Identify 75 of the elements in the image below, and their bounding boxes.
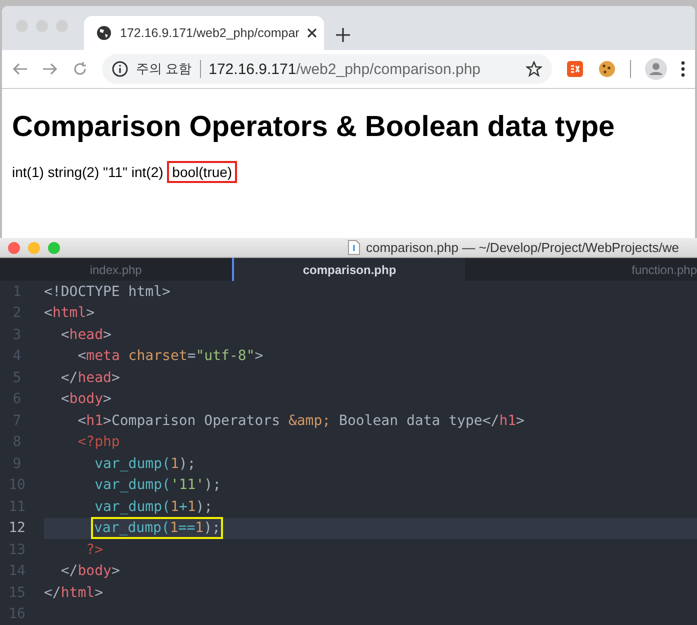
code-token: 1: [187, 498, 196, 515]
avatar-icon[interactable]: [645, 58, 667, 80]
code-token: >: [103, 326, 112, 343]
code-token: >: [103, 391, 112, 408]
reload-icon[interactable]: [72, 61, 88, 77]
code-token: var_dump(: [94, 477, 170, 494]
code-token: head: [69, 326, 104, 343]
code-token: >: [111, 370, 120, 386]
code-token: >: [516, 412, 524, 429]
star-icon[interactable]: [526, 61, 542, 77]
info-icon[interactable]: [112, 61, 128, 77]
browser-tab[interactable]: 172.16.9.171/web2_php/compar: [84, 16, 324, 50]
code-token: h1: [499, 412, 516, 429]
close-icon[interactable]: [307, 28, 318, 38]
editor-tab[interactable]: comparison.php: [232, 258, 466, 281]
code-token: +: [178, 498, 188, 515]
code-token: >: [86, 305, 95, 322]
code-token: ==: [178, 520, 196, 536]
output-text: bool(true): [167, 161, 238, 183]
window-control[interactable]: [8, 242, 20, 254]
code-token: &amp;: [288, 412, 331, 429]
code-token: 1: [170, 520, 178, 536]
code-token: 1: [195, 520, 204, 536]
cookie-icon[interactable]: [598, 60, 616, 78]
code-token: <?php: [76, 434, 120, 450]
code-token: '11': [170, 477, 204, 494]
code-token: html: [60, 584, 95, 601]
new-tab-icon[interactable]: [336, 28, 350, 42]
code-token: <: [76, 412, 86, 429]
page-heading: Comparison Operators & Boolean data type: [12, 111, 616, 144]
code-token: <: [60, 391, 70, 408]
code-token: var_dump(: [94, 456, 170, 472]
address-bar[interactable]: 주의 요함 172.16.9.171/web2_php/comparison.php: [102, 54, 552, 84]
code-token: <: [44, 305, 52, 322]
globe-icon: [96, 25, 112, 41]
code-token: <: [76, 348, 86, 364]
code-token: Boolean data type</: [338, 412, 500, 429]
output-text: int(1) string(2) "11" int(2): [12, 164, 164, 180]
code-token: 1: [170, 498, 179, 515]
code-token: >: [254, 348, 264, 364]
back-arrow-icon[interactable]: [12, 61, 28, 77]
code-token: var_dump(: [94, 498, 170, 515]
code-token: );: [196, 498, 213, 515]
menu-icon[interactable]: [681, 61, 685, 77]
code-token: </: [60, 563, 78, 580]
code-token: >: [111, 563, 120, 580]
code-token: );: [178, 456, 196, 472]
window-control[interactable]: [48, 242, 60, 254]
code-token: </: [44, 584, 61, 601]
code-token: body: [78, 563, 112, 580]
code-token: );: [204, 477, 222, 494]
line-number: 12: [8, 520, 26, 536]
code-token: var_dump(: [94, 520, 170, 536]
code-token: ?>: [85, 542, 104, 558]
code-token: =: [187, 348, 196, 364]
code-token: >Comparison Operators: [103, 412, 282, 429]
code-token: html: [52, 305, 86, 322]
extension-icon[interactable]: [566, 60, 584, 78]
code-token: head: [78, 370, 112, 386]
code-token: "utf-8": [196, 348, 255, 364]
forward-arrow-icon[interactable]: [42, 61, 58, 77]
code-token: 1: [170, 456, 179, 472]
code-token: charset: [127, 348, 188, 364]
url-text: 172.16.9.171/web2_php/comparison.php: [208, 60, 482, 78]
code-token: </: [60, 370, 78, 386]
code-token: meta: [86, 348, 120, 364]
code-token: h1: [86, 412, 104, 429]
file-icon: [348, 240, 360, 256]
code-token: );: [204, 520, 220, 536]
code-token: >: [94, 584, 104, 601]
code-token: <: [60, 326, 70, 343]
code-token: body: [69, 391, 104, 408]
code-token: <!DOCTYPE html>: [44, 284, 170, 300]
security-label: 주의 요함: [136, 60, 192, 78]
window-title: comparison.php — ~/Develop/Project/WebProjects/we: [366, 240, 679, 256]
